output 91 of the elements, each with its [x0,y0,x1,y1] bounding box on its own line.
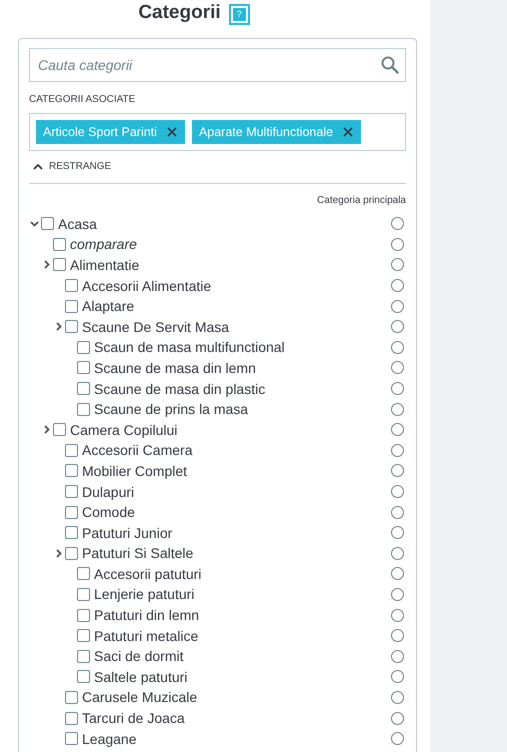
tags-field[interactable]: Articole Sport Parinti Aparate Multifunctionale [29,113,406,151]
category-label: Lenjerie patuturi [94,586,196,602]
radio-button[interactable] [391,300,404,313]
checkbox[interactable] [65,506,78,519]
close-icon[interactable] [166,127,177,137]
checkbox[interactable] [65,712,78,725]
checkbox[interactable] [77,650,90,663]
checkbox[interactable] [41,217,54,230]
section-title: Categorii [138,2,221,24]
category-label: Patuturi Si Saltele [82,545,194,562]
category-label: Dulapuri [82,484,136,500]
category-label: Accesorii Alimentatie [82,278,212,294]
category-label: Alimentatie [70,256,140,273]
checkbox[interactable] [77,402,90,416]
category-label: Scaune de prins la masa [94,401,250,418]
checkbox[interactable] [77,588,90,601]
checkbox[interactable] [65,526,78,540]
checkbox[interactable] [65,279,78,292]
checkbox[interactable] [77,382,90,396]
category-label: Alaptare [82,298,136,314]
category-label: Comode [82,504,136,520]
checkbox[interactable] [77,670,90,684]
radio-button[interactable] [391,464,404,478]
checkbox[interactable] [65,485,78,498]
radio-button[interactable] [391,608,404,622]
checkbox[interactable] [53,258,66,272]
radio-button[interactable] [391,712,404,725]
category-label: Acasa [58,216,98,232]
category-label: Leagane [82,730,138,747]
collapse-link[interactable]: RESTRANGE [29,159,112,173]
radio-button[interactable] [391,238,404,251]
radio-button[interactable] [391,423,404,436]
category-label: Scaune De Servit Masa [82,318,230,335]
checkbox[interactable] [65,320,78,334]
category-label: Accesorii patuturi [94,566,202,582]
category-tag: Aparate Multifunctionale [192,120,362,144]
checkbox[interactable] [77,567,90,580]
radio-button[interactable] [391,546,404,560]
checkbox[interactable] [65,690,78,704]
radio-button[interactable] [391,650,404,663]
radio-button[interactable] [391,382,404,396]
category-label: Tarcuri de Joaca [82,710,186,726]
radio-button[interactable] [391,629,404,642]
checkbox[interactable] [77,340,90,354]
search-field[interactable]: Cauta categorii [29,48,406,82]
category-label: Patuturi Junior [82,524,174,541]
radio-button[interactable] [391,732,404,746]
checkbox[interactable] [77,361,90,374]
radio-button[interactable] [391,588,404,601]
checkbox[interactable] [65,444,78,457]
caret-up-icon [33,162,43,170]
category-label: Accesorii Camera [82,442,194,458]
radio-button[interactable] [391,485,404,498]
radio-button[interactable] [391,340,404,354]
radio-button[interactable] [391,526,404,540]
help-icon[interactable]: ? [230,6,248,22]
checkbox[interactable] [77,629,90,642]
radio-button[interactable] [391,279,404,292]
section-label: CATEGORII ASOCIATE [29,94,136,107]
checkbox[interactable] [53,423,66,436]
radio-button[interactable] [391,320,404,334]
checkbox[interactable] [77,608,90,622]
close-icon[interactable] [343,127,354,137]
checkbox[interactable] [65,300,78,313]
category-label: Camera Copilului [70,422,178,438]
radio-button[interactable] [391,217,404,230]
radio-button[interactable] [391,567,404,580]
checkbox[interactable] [65,464,78,478]
column-label: Categoria principala [317,194,406,206]
category-label: Scaune de masa din plastic [94,380,266,397]
radio-button[interactable] [391,258,404,272]
category-label: Scaune de masa din lemn [94,360,257,376]
category-label: Patuturi metalice [94,628,200,644]
radio-button[interactable] [391,506,404,519]
search-icon[interactable] [381,56,399,74]
category-label: comparare [70,236,138,252]
category-label: Patuturi din lemn [94,607,200,624]
checkbox[interactable] [53,238,66,251]
category-label: Mobilier Complet [82,462,188,479]
category-label: Saltele patuturi [94,668,188,685]
checkbox[interactable] [65,732,78,746]
checkbox[interactable] [65,546,78,560]
category-label: Carusele Muzicale [82,689,198,706]
radio-button[interactable] [391,361,404,374]
radio-button[interactable] [391,690,404,704]
radio-button[interactable] [391,402,404,416]
category-label: Scaun de masa multifunctional [94,339,286,356]
category-label: Saci de dormit [94,648,184,664]
category-tag: Articole Sport Parinti [36,120,185,144]
radio-button[interactable] [391,670,404,684]
radio-button[interactable] [391,444,404,457]
